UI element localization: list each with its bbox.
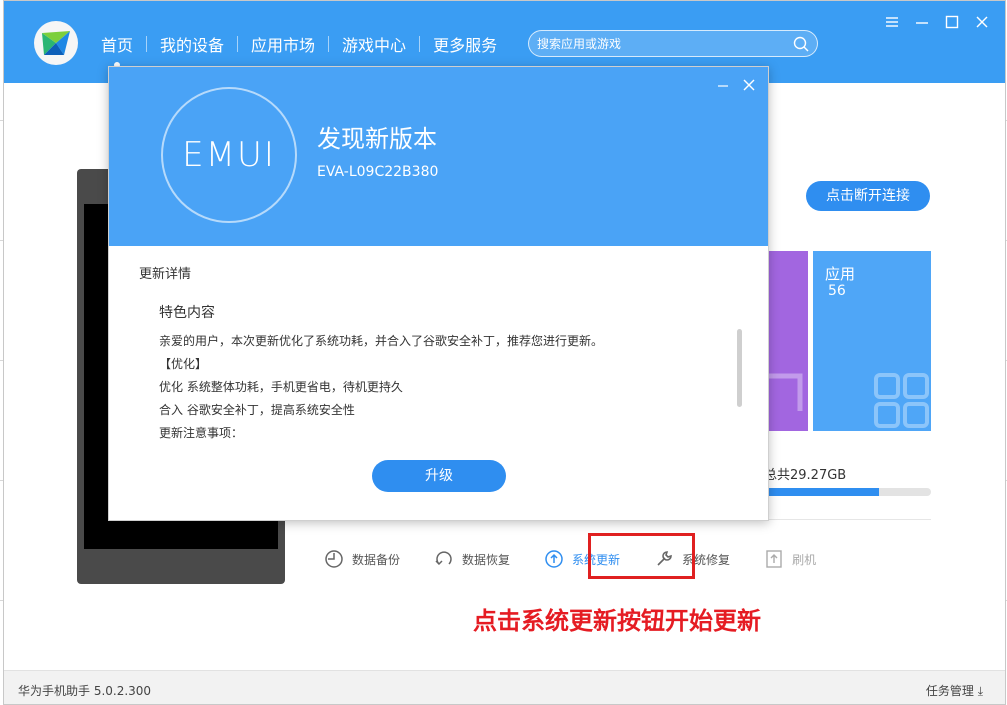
disconnect-button[interactable]: 点击断开连接 xyxy=(806,181,930,211)
backup-label: 数据备份 xyxy=(352,552,401,567)
apps-tile-count: 56 xyxy=(828,283,846,299)
apps-tile[interactable]: 应用 56 xyxy=(813,251,931,431)
restore-label: 数据恢复 xyxy=(462,552,511,567)
nav-home[interactable]: 首页 xyxy=(88,32,146,68)
note-line: 优化 系统整体功耗，手机更省电，待机更持久 xyxy=(159,380,403,394)
task-manager-button[interactable]: 任务管理 ⤓ xyxy=(926,682,983,699)
search-input[interactable] xyxy=(529,31,769,56)
upload-circle-icon xyxy=(545,550,563,568)
search-box xyxy=(528,30,818,57)
maximize-icon[interactable] xyxy=(943,13,961,31)
search-icon[interactable] xyxy=(793,36,809,52)
instruction-annotation: 点击系统更新按钮开始更新 xyxy=(473,607,761,635)
window-controls xyxy=(883,13,991,31)
media-tile[interactable] xyxy=(764,251,808,431)
version-text: 华为手机助手 5.0.2.300 xyxy=(18,684,152,698)
details-label: 更新详情 xyxy=(139,267,192,282)
flash-button[interactable]: 刷机 xyxy=(764,546,816,572)
dialog-controls xyxy=(716,77,756,91)
apps-grid-icon xyxy=(874,373,929,428)
nav-more-services[interactable]: 更多服务 xyxy=(420,32,510,56)
note-line: 更新注意事项： xyxy=(159,426,244,440)
backup-icon xyxy=(325,550,343,568)
dialog-title: 发现新版本 xyxy=(317,125,437,153)
nav-more-services-label: 更多服务 xyxy=(433,36,498,55)
flash-icon xyxy=(766,550,782,568)
nav-home-label: 首页 xyxy=(101,36,134,55)
apps-tile-label: 应用 xyxy=(825,265,856,283)
nav-game-center[interactable]: 游戏中心 xyxy=(329,32,419,56)
section-heading: 特色内容 xyxy=(159,305,215,321)
storage-bar-fill xyxy=(764,488,880,496)
dialog-close-icon[interactable] xyxy=(742,77,756,91)
nav-game-center-label: 游戏中心 xyxy=(342,36,407,55)
main-nav: 首页 我的设备 应用市场 游戏中心 更多服务 xyxy=(88,32,510,68)
dialog-minimize-icon[interactable] xyxy=(716,77,730,91)
flash-label: 刷机 xyxy=(792,552,817,567)
media-tile-pattern xyxy=(764,373,803,411)
backup-button[interactable]: 数据备份 xyxy=(324,546,400,572)
status-bar: 华为手机助手 5.0.2.300 任务管理 ⤓ xyxy=(4,670,1005,704)
nav-my-devices-label: 我的设备 xyxy=(160,36,225,55)
app-window: 首页 我的设备 应用市场 游戏中心 更多服务 点击断开连接 xyxy=(3,0,1006,705)
storage-bar xyxy=(764,488,931,496)
build-number: EVA-L09C22B380 xyxy=(317,164,439,180)
release-notes: 特色内容 亲爱的用户，本次更新优化了系统功耗，并合入了谷歌安全补丁，推荐您进行更… xyxy=(159,302,729,450)
dialog-header: EMUI 发现新版本 EVA-L09C22B380 xyxy=(109,67,768,246)
storage-text: 总共29.27GB xyxy=(764,468,847,483)
restore-icon xyxy=(435,551,452,566)
download-icon: ⤓ xyxy=(977,684,983,698)
note-line: 【优化】 xyxy=(159,357,208,371)
nav-my-devices[interactable]: 我的设备 xyxy=(147,32,237,56)
notes-scrollbar[interactable] xyxy=(737,329,742,407)
restore-button[interactable]: 数据恢复 xyxy=(434,546,510,572)
upgrade-button[interactable]: 升级 xyxy=(372,460,506,492)
highlight-box xyxy=(588,533,695,579)
note-line: 亲爱的用户，本次更新优化了系统功耗，并合入了谷歌安全补丁，推荐您进行更新。 xyxy=(159,334,604,348)
app-logo-icon[interactable] xyxy=(34,21,78,65)
nav-app-market-label: 应用市场 xyxy=(251,36,316,55)
note-line: 合入 谷歌安全补丁，提高系统安全性 xyxy=(159,403,355,417)
close-icon[interactable] xyxy=(973,13,991,31)
minimize-icon[interactable] xyxy=(913,13,931,31)
menu-icon[interactable] xyxy=(883,13,901,31)
emui-logo: EMUI xyxy=(161,87,297,223)
task-manager-label: 任务管理 xyxy=(925,684,974,698)
nav-app-market[interactable]: 应用市场 xyxy=(238,32,328,56)
update-dialog: EMUI 发现新版本 EVA-L09C22B380 更新详情 特色内容 亲爱的用… xyxy=(108,66,769,521)
